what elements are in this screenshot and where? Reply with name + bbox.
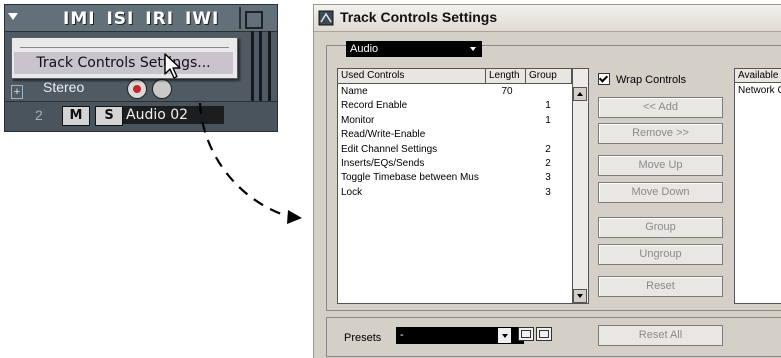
track-type-value: Audio — [350, 43, 379, 55]
list-rows: Name 70 Record Enable 1 Monitor 1 Read/Writ… — [338, 85, 572, 200]
control-group: 3 — [545, 186, 551, 198]
column-header-length[interactable]: Length — [486, 69, 526, 83]
list-scrollbar[interactable] — [572, 69, 588, 303]
control-name: Edit Channel Settings — [341, 143, 438, 155]
chevron-down-icon — [470, 47, 476, 51]
control-name: Monitor — [341, 114, 375, 126]
control-name: Name — [341, 86, 368, 97]
delete-preset-icon[interactable] — [536, 327, 552, 341]
dialog-title-bar: Track Controls Settings — [314, 5, 781, 32]
menu-separator — [20, 47, 229, 48]
list-item[interactable]: Lock 3 — [338, 186, 572, 200]
control-name: Toggle Timebase between Mus — [341, 172, 479, 184]
list-item[interactable]: Edit Channel Settings 2 — [338, 143, 572, 157]
menu-item-track-controls-settings[interactable]: Track Controls Settings... — [14, 52, 233, 74]
track-settings-arrow-icon[interactable] — [8, 13, 18, 20]
wrap-controls-label: Wrap Controls — [616, 74, 687, 86]
move-up-button[interactable]: Move Up — [598, 155, 723, 176]
record-enable-button[interactable] — [127, 79, 147, 99]
reset-button[interactable]: Reset — [598, 276, 723, 297]
scroll-down-icon[interactable] — [573, 289, 587, 303]
group-button[interactable]: Group — [598, 217, 723, 238]
control-group: 2 — [545, 143, 551, 155]
list-item[interactable]: Record Enable 1 — [338, 99, 572, 113]
list-item[interactable]: Monitor 1 — [338, 114, 572, 128]
control-length: 70 — [501, 86, 513, 97]
available-header: Available — [735, 69, 781, 83]
control-name: Inserts/EQs/Sends — [341, 157, 425, 169]
solo-button[interactable]: S — [95, 106, 123, 126]
expand-icon[interactable]: + — [11, 85, 23, 99]
add-button[interactable]: << Add — [598, 97, 723, 118]
list-item[interactable]: Network C — [738, 85, 781, 96]
track-number: 2 — [35, 107, 43, 123]
mouse-cursor-icon — [164, 53, 181, 79]
context-menu: Track Controls Settings... — [11, 37, 238, 79]
presets-value: - — [400, 329, 404, 341]
reset-all-button[interactable]: Reset All — [598, 325, 723, 346]
save-preset-icon[interactable] — [518, 327, 534, 341]
wrap-controls-option[interactable]: Wrap Controls — [598, 73, 686, 86]
used-controls-list[interactable]: Used Controls Length Group Name 70 Record… — [337, 68, 589, 304]
control-group: 1 — [545, 114, 551, 126]
presets-dropdown-icon[interactable] — [497, 327, 512, 344]
dialog-app-icon — [318, 10, 334, 26]
available-controls-list[interactable]: Available Network C — [734, 68, 781, 304]
remove-button[interactable]: Remove >> — [598, 123, 723, 144]
dialog-title: Track Controls Settings — [340, 9, 498, 25]
wrap-controls-checkbox[interactable] — [598, 73, 610, 85]
list-header: Used Controls Length Group — [338, 69, 572, 84]
track-control-buttons[interactable]: IMI ISI IRI IWI — [63, 9, 219, 29]
list-item[interactable]: Toggle Timebase between Mus 3 — [338, 171, 572, 185]
list-item[interactable]: Read/Write-Enable — [338, 128, 572, 142]
list-item[interactable]: Name 70 — [338, 85, 572, 99]
mute-button[interactable]: M — [62, 106, 90, 126]
ungroup-button[interactable]: Ungroup — [598, 244, 723, 265]
control-name: Record Enable — [341, 100, 408, 112]
dashed-arrow-icon — [198, 102, 302, 224]
control-group: 1 — [545, 100, 551, 112]
list-item[interactable]: Inserts/EQs/Sends 2 — [338, 157, 572, 171]
control-group: 3 — [545, 172, 551, 184]
scroll-up-icon[interactable] — [573, 87, 587, 101]
stereo-label: Stereo — [43, 79, 85, 95]
column-header-group[interactable]: Group — [526, 69, 572, 83]
window-box-icon[interactable] — [245, 11, 263, 29]
track-controls-settings-dialog: Track Controls Settings Audio Used Contr… — [313, 4, 781, 358]
track-type-select[interactable]: Audio — [346, 41, 482, 57]
track-toolbar: IMI ISI IRI IWI — [5, 5, 277, 32]
monitor-button[interactable] — [152, 79, 172, 99]
control-name: Read/Write-Enable — [341, 129, 426, 141]
control-name: Lock — [341, 186, 363, 198]
column-header-used-controls[interactable]: Used Controls — [338, 69, 486, 83]
toolbar-divider — [239, 7, 241, 29]
move-down-button[interactable]: Move Down — [598, 182, 723, 203]
control-group: 2 — [545, 157, 551, 169]
presets-label: Presets — [344, 332, 382, 344]
